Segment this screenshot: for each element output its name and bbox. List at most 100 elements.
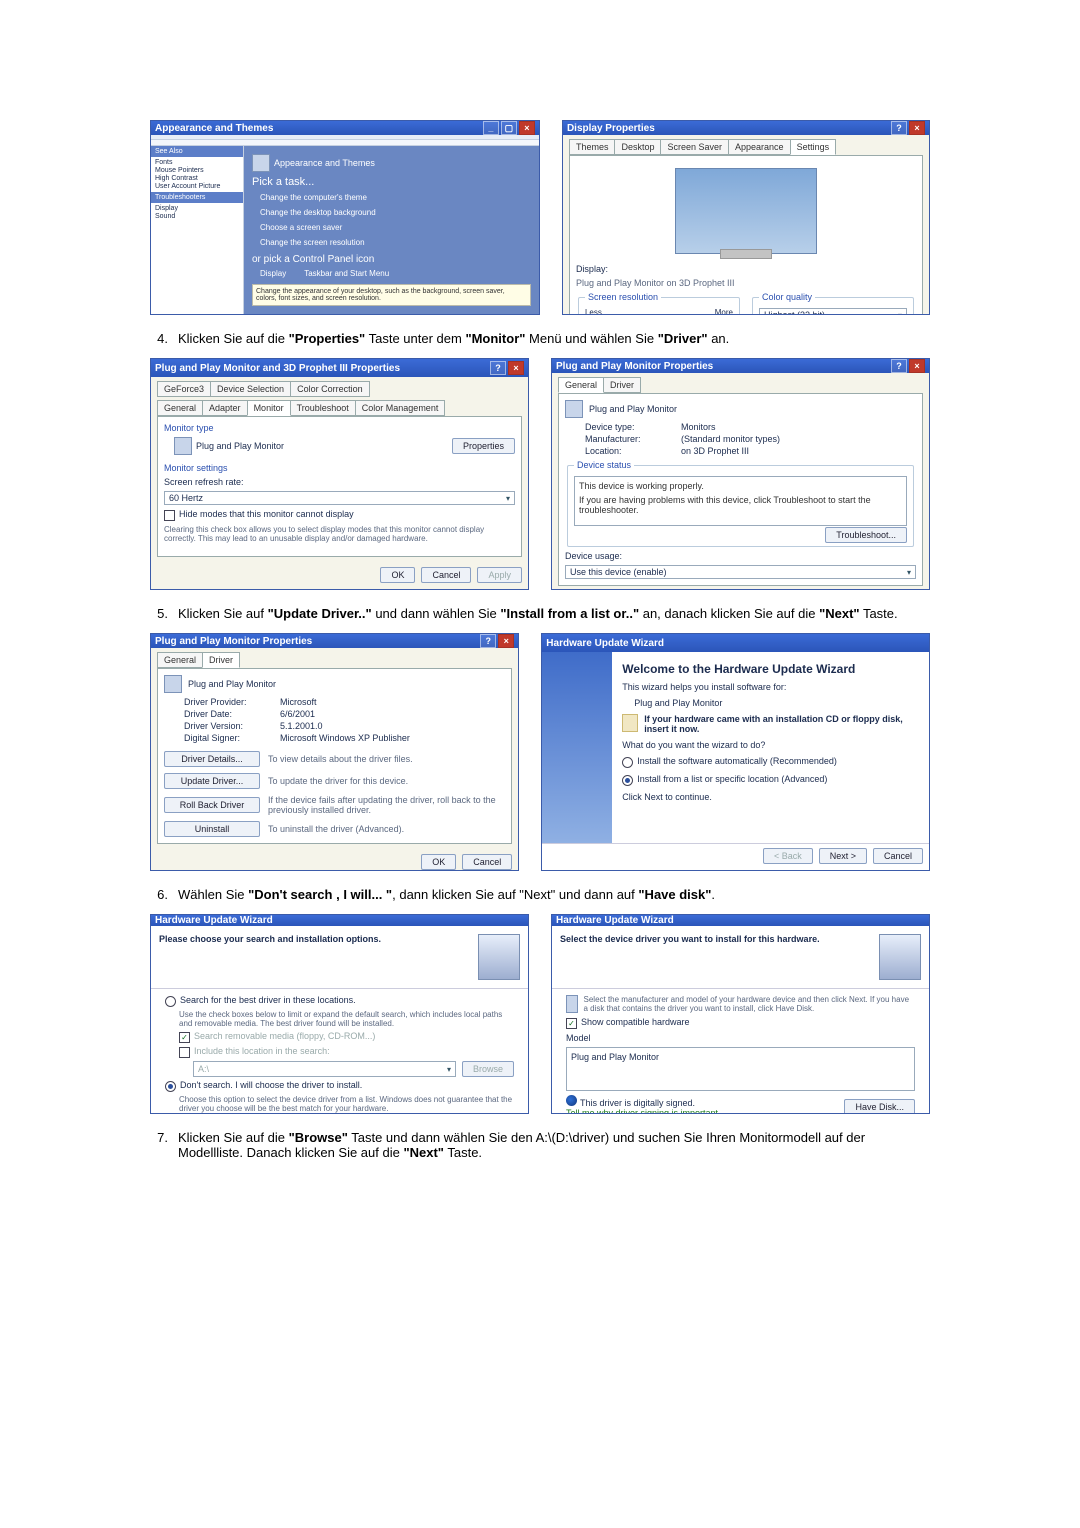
tab-appearance[interactable]: Appearance <box>728 139 791 155</box>
category-icon <box>252 154 270 172</box>
task-link[interactable]: Change the computer's theme <box>252 192 531 203</box>
tab-color-management[interactable]: Color Management <box>355 400 446 416</box>
cancel-button[interactable]: Cancel <box>421 567 471 583</box>
window-title: Hardware Update Wizard <box>546 638 664 649</box>
tab-monitor[interactable]: Monitor <box>247 400 291 416</box>
wizard-icon <box>879 934 921 980</box>
tab-general[interactable]: General <box>157 652 203 668</box>
tab-desktop[interactable]: Desktop <box>614 139 661 155</box>
group-label: Device status <box>574 460 634 470</box>
have-disk-button[interactable]: Have Disk... <box>844 1099 915 1115</box>
tab-general[interactable]: General <box>157 400 203 416</box>
group-label: Monitor type <box>164 423 515 433</box>
ok-button[interactable]: OK <box>380 567 415 583</box>
apply-button[interactable]: Apply <box>477 567 522 583</box>
window-title: Display Properties <box>567 123 655 134</box>
window-title: Hardware Update Wizard <box>556 915 674 926</box>
search-removable-checkbox[interactable]: ✓Search removable media (floppy, CD-ROM.… <box>165 1031 514 1043</box>
option-auto[interactable]: Install the software automatically (Reco… <box>622 756 919 768</box>
location-path-select[interactable]: A:\▾ <box>193 1061 456 1077</box>
refresh-rate-select[interactable]: 60 Hertz▾ <box>164 491 515 505</box>
tab-screensaver[interactable]: Screen Saver <box>660 139 729 155</box>
cancel-button[interactable]: Cancel <box>462 854 512 870</box>
tab-themes[interactable]: Themes <box>569 139 616 155</box>
update-driver-button[interactable]: Update Driver... <box>164 773 260 789</box>
window-title: Plug and Play Monitor and 3D Prophet III… <box>155 363 400 374</box>
task-link[interactable]: Choose a screen saver <box>252 222 531 233</box>
maximize-icon[interactable]: ▢ <box>501 121 517 135</box>
hide-modes-description: Clearing this check box allows you to se… <box>164 525 515 543</box>
task-link[interactable]: Change the screen resolution <box>252 237 531 248</box>
field-label: Driver Provider: <box>184 697 274 707</box>
help-icon[interactable]: ? <box>490 361 506 375</box>
tab-general[interactable]: General <box>558 377 604 393</box>
chevron-down-icon: ▾ <box>907 568 911 577</box>
sidebar-item[interactable]: Fonts <box>155 159 239 166</box>
signed-status: This driver is digitally signed. <box>566 1095 718 1108</box>
model-listbox[interactable]: Plug and Play Monitor <box>566 1047 915 1091</box>
screenshot-hardware-wizard-select-driver: Hardware Update Wizard Select the device… <box>551 914 930 1114</box>
wizard-welcome-title: Welcome to the Hardware Update Wizard <box>622 662 919 676</box>
tab-troubleshoot[interactable]: Troubleshoot <box>290 400 356 416</box>
sidebar-item[interactable]: High Contrast <box>155 175 239 182</box>
next-button[interactable]: Next > <box>819 848 867 864</box>
properties-button[interactable]: Properties <box>452 438 515 454</box>
include-location-checkbox[interactable]: Include this location in the search: <box>165 1046 514 1058</box>
refresh-rate-label: Screen refresh rate: <box>164 477 515 487</box>
rollback-driver-button[interactable]: Roll Back Driver <box>164 797 260 813</box>
screenshot-monitor-properties-driver: Plug and Play Monitor Properties ?× Gene… <box>150 633 519 871</box>
show-compatible-checkbox[interactable]: ✓Show compatible hardware <box>566 1017 915 1029</box>
sidebar-item[interactable]: Mouse Pointers <box>155 167 239 174</box>
tab-settings[interactable]: Settings <box>790 139 837 155</box>
cancel-button[interactable]: Cancel <box>873 848 923 864</box>
back-button[interactable]: < Back <box>763 848 813 864</box>
tab-adapter[interactable]: Adapter <box>202 400 248 416</box>
option-description: Use the check boxes below to limit or ex… <box>165 1010 514 1028</box>
task-link[interactable]: Change the desktop background <box>252 207 531 218</box>
device-name: Plug and Play Monitor <box>589 404 677 414</box>
or-pick-heading: or pick a Control Panel icon <box>252 254 531 265</box>
device-usage-select[interactable]: Use this device (enable)▾ <box>565 565 916 579</box>
driver-details-button[interactable]: Driver Details... <box>164 751 260 767</box>
monitor-preview <box>675 168 817 254</box>
sidebar-item[interactable]: Display <box>155 205 239 212</box>
tab-strip: Themes Desktop Screen Saver Appearance S… <box>563 135 929 155</box>
hide-modes-checkbox[interactable]: Hide modes that this monitor cannot disp… <box>164 509 515 521</box>
tab-driver[interactable]: Driver <box>202 652 240 668</box>
color-quality-select[interactable]: Highest (32 bit) ▾ <box>759 308 907 315</box>
option-dont-search[interactable]: Don't search. I will choose the driver t… <box>165 1080 514 1092</box>
option-list[interactable]: Install from a list or specific location… <box>622 774 919 786</box>
color-quality-group: Color quality Highest (32 bit) ▾ <box>752 292 914 315</box>
close-icon[interactable]: × <box>508 361 524 375</box>
troubleshoot-button[interactable]: Troubleshoot... <box>825 527 907 543</box>
uninstall-button[interactable]: Uninstall <box>164 821 260 837</box>
window-title: Appearance and Themes <box>155 123 273 134</box>
field-label: Location: <box>585 446 675 456</box>
close-icon[interactable]: × <box>909 121 925 135</box>
wizard-header-text: Please choose your search and installati… <box>159 934 470 944</box>
minimize-icon[interactable]: _ <box>483 121 499 135</box>
tab-driver[interactable]: Driver <box>603 377 641 393</box>
tab-color-correction[interactable]: Color Correction <box>290 381 370 397</box>
ok-button[interactable]: OK <box>421 854 456 870</box>
close-icon[interactable]: × <box>519 121 535 135</box>
why-signing-link[interactable]: Tell me why driver signing is important <box>566 1108 718 1114</box>
device-name: Plug and Play Monitor <box>188 679 276 689</box>
help-icon[interactable]: ? <box>480 634 496 648</box>
close-icon[interactable]: × <box>909 359 925 373</box>
list-item[interactable]: Plug and Play Monitor <box>571 1052 910 1062</box>
field-value: Monitors <box>681 422 916 432</box>
help-icon[interactable]: ? <box>891 359 907 373</box>
help-icon[interactable]: ? <box>891 121 907 135</box>
monitor-icon <box>174 437 192 455</box>
tab-device-selection[interactable]: Device Selection <box>210 381 291 397</box>
tab-geforce3[interactable]: GeForce3 <box>157 381 211 397</box>
titlebar: Display Properties ? × <box>563 121 929 135</box>
cp-icon-link[interactable]: Taskbar and Start Menu <box>304 269 389 278</box>
option-search[interactable]: Search for the best driver in these loca… <box>165 995 514 1007</box>
cp-icon-link[interactable]: Display <box>260 269 286 278</box>
sidebar-item[interactable]: Sound <box>155 213 239 220</box>
close-icon[interactable]: × <box>498 634 514 648</box>
browse-button[interactable]: Browse <box>462 1061 514 1077</box>
sidebar-item[interactable]: User Account Picture <box>155 183 239 190</box>
